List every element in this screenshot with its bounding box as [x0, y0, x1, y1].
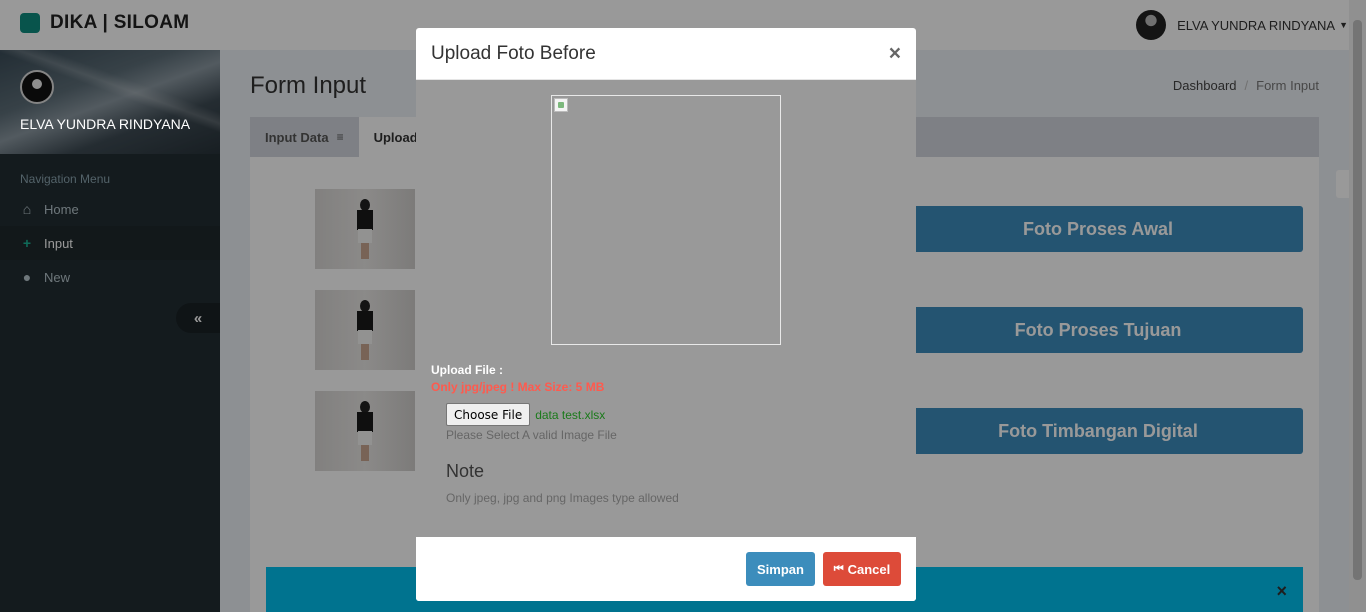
close-icon[interactable]: × — [889, 42, 901, 66]
upload-modal: Upload Foto Before × Upload File : Only … — [416, 28, 916, 601]
note-title: Note — [446, 461, 485, 481]
upload-label: Upload File : — [431, 363, 503, 377]
modal-footer: Simpan ⏮ Cancel — [416, 537, 916, 601]
help-text: Please Select A valid Image File — [446, 428, 617, 442]
cancel-button[interactable]: ⏮ Cancel — [823, 552, 901, 586]
modal-title: Upload Foto Before — [431, 42, 596, 64]
image-preview — [551, 95, 781, 345]
choose-file-button[interactable]: Choose File — [446, 403, 531, 426]
upload-warning: Only jpg/jpeg ! Max Size: 5 MB — [431, 380, 605, 394]
selected-file-name: data test.xlsx — [535, 407, 606, 422]
sidebar-username: ELVA YUNDRA RINDYANA — [20, 116, 191, 132]
modal-header: Upload Foto Before × — [416, 28, 916, 80]
save-button[interactable]: Simpan — [746, 552, 815, 586]
note-text: Only jpeg, jpg and png Images type allow… — [446, 491, 679, 505]
modal-body: Upload File : Only jpg/jpeg ! Max Size: … — [416, 80, 916, 537]
broken-image-icon — [554, 98, 568, 112]
file-input[interactable]: Choose File data test.xlsx — [446, 403, 605, 426]
step-backward-icon: ⏮ — [833, 562, 844, 575]
cancel-label: Cancel — [847, 561, 891, 577]
